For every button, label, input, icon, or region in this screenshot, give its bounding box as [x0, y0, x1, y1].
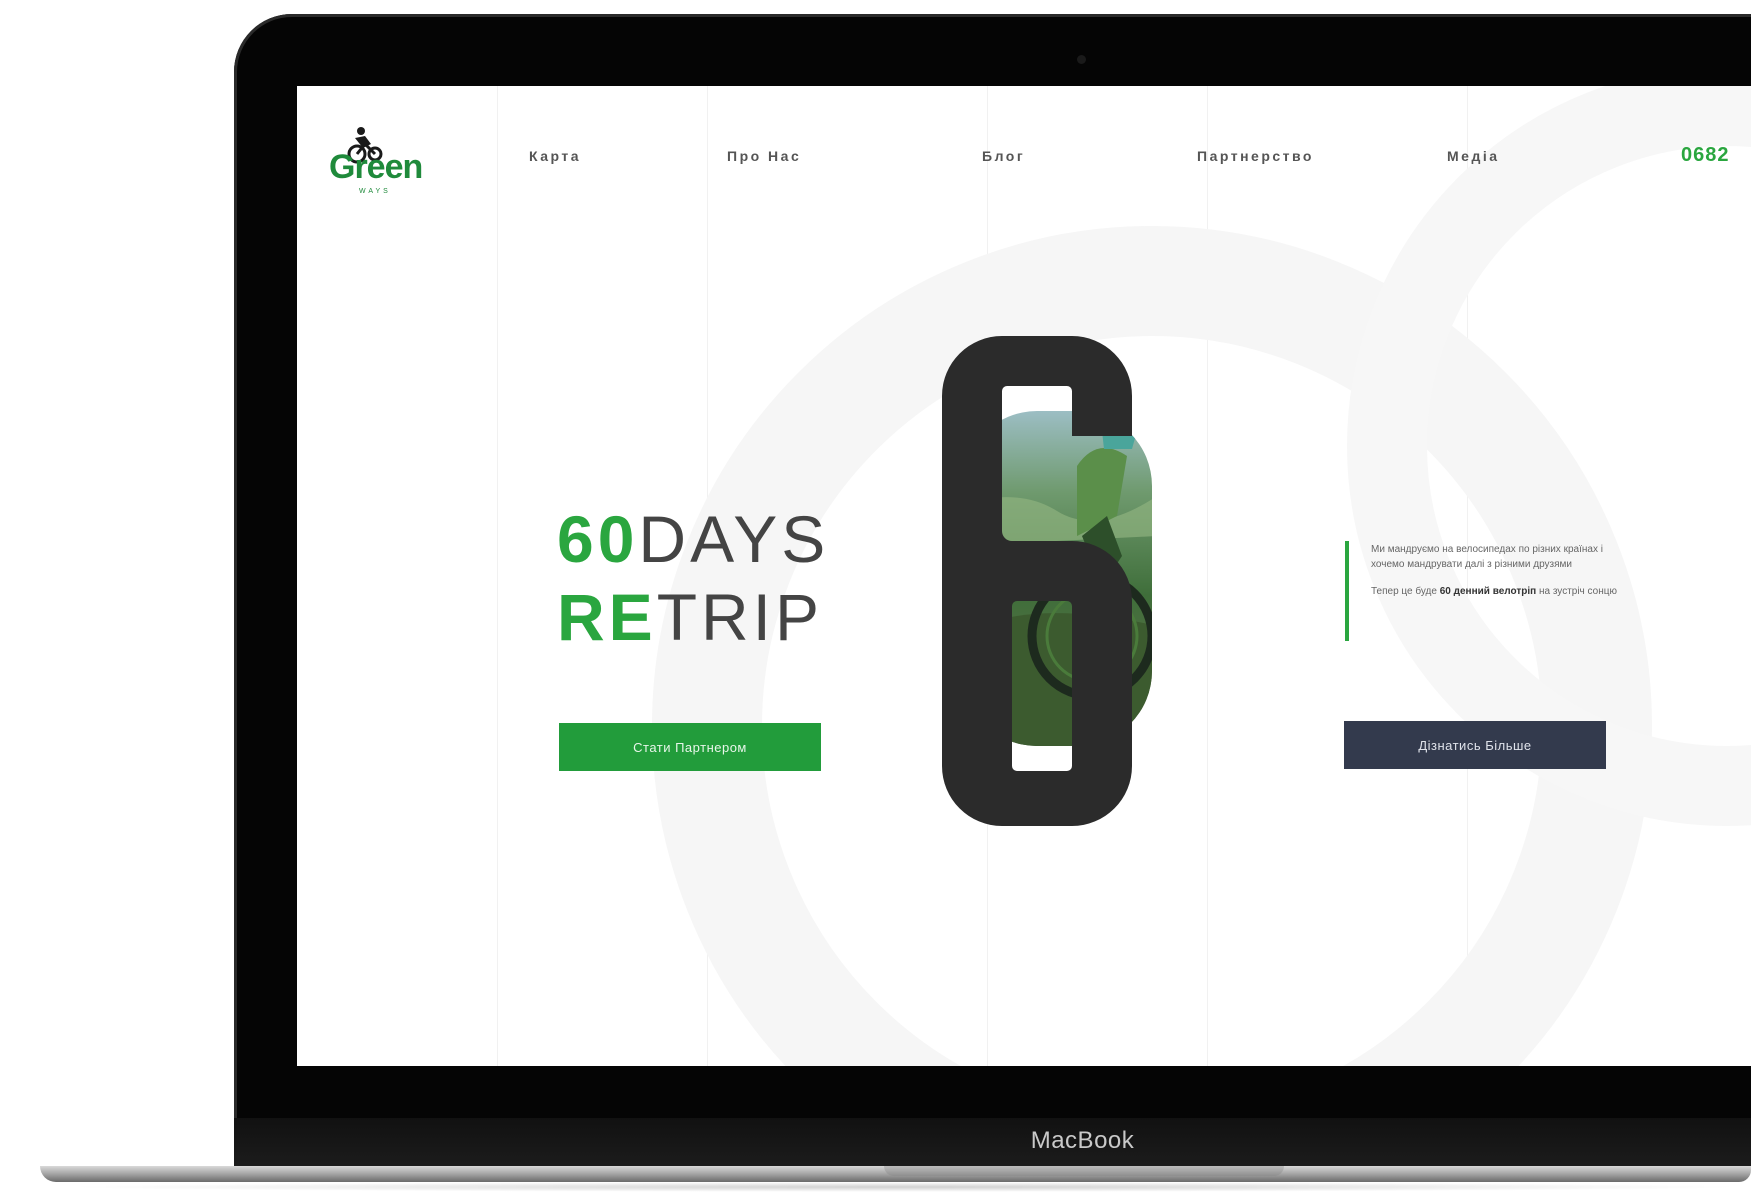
nav-item-blog[interactable]: Блог [982, 148, 1025, 164]
numeral-six [942, 336, 1132, 826]
nav-item-media[interactable]: Медіа [1447, 148, 1500, 164]
hero-numeral-graphic [907, 336, 1257, 856]
become-partner-button[interactable]: Стати Партнером [559, 723, 821, 771]
laptop-shadow [60, 1182, 1750, 1192]
camera-dot [1077, 55, 1086, 64]
nav-item-map[interactable]: Карта [529, 148, 581, 164]
description-paragraph-1: Ми мандруємо на велосипедах по різних кр… [1371, 544, 1603, 570]
hero-title-line2-light: TRIP [656, 580, 824, 654]
hero-title-line1: 60DAYS [557, 506, 829, 572]
hero-title-line1-bold: 60 [557, 502, 639, 576]
description-text: на зустріч сонцю [1538, 586, 1617, 597]
description-paragraph-2: Тепер це буде 60 денний велотріп на зуст… [1371, 584, 1621, 599]
hero-title-line2: RETRIP [557, 584, 823, 650]
device-label: MacBook [1030, 1127, 1135, 1154]
nav-item-partnership[interactable]: Партнерство [1197, 148, 1314, 164]
brand-logo[interactable]: Green WAYS [327, 126, 437, 196]
logo-subtitle: WAYS [359, 188, 391, 195]
phone-number[interactable]: 0682 [1681, 144, 1730, 167]
nav-item-about[interactable]: Про Нас [727, 148, 801, 164]
accent-bar [1345, 541, 1349, 641]
logo-text: Green [329, 148, 423, 186]
description-text: Тепер це буде [1371, 586, 1437, 597]
grid-line [497, 86, 498, 1066]
hero-title-line2-bold: RE [557, 580, 657, 654]
website-screen: Green WAYS Карта Про Нас Блог Партнерств… [297, 86, 1751, 1066]
hero-title-line1-light: DAYS [638, 502, 830, 576]
laptop-base-notch [884, 1166, 1284, 1176]
hero-description: Ми мандруємо на велосипедах по різних кр… [1371, 542, 1621, 611]
description-highlight: 60 денний велотріп [1439, 586, 1537, 597]
learn-more-button[interactable]: Дізнатись Більше [1344, 721, 1606, 769]
